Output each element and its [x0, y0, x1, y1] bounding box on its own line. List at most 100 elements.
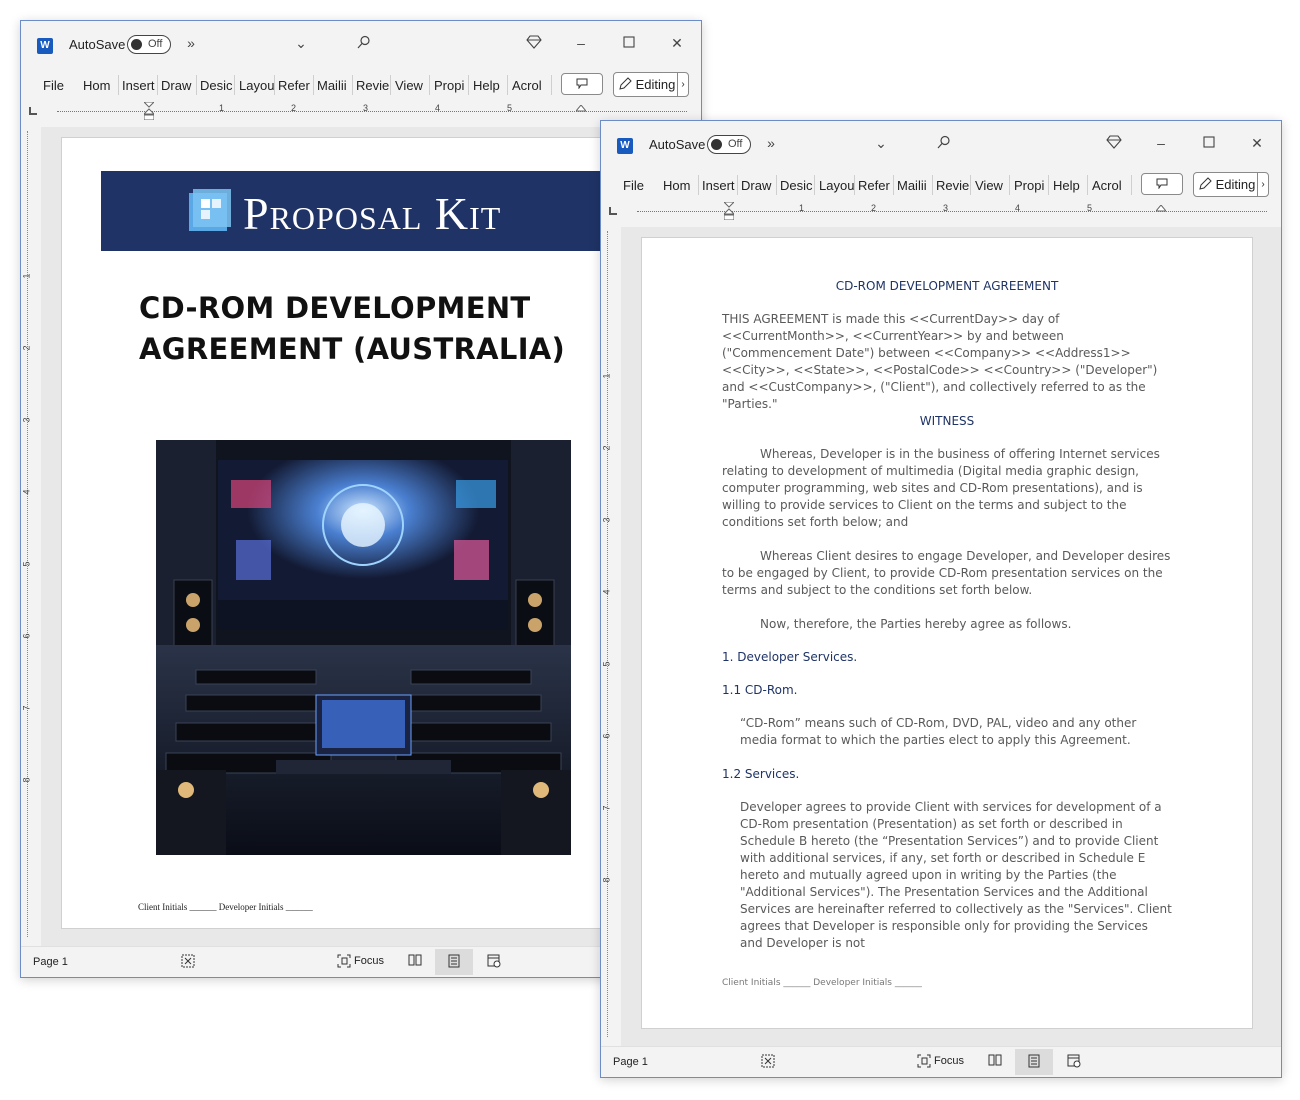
tab-view[interactable]: View: [395, 78, 423, 93]
chevron-right-icon[interactable]: ›: [677, 73, 688, 96]
tab-file[interactable]: File: [43, 78, 64, 93]
maximize-icon[interactable]: [619, 35, 639, 51]
tab-references[interactable]: Refer: [858, 178, 890, 193]
accessibility-icon[interactable]: [761, 1054, 775, 1071]
focus-label[interactable]: Focus: [934, 1055, 964, 1067]
tab-file[interactable]: File: [623, 178, 644, 193]
focus-label[interactable]: Focus: [354, 955, 384, 967]
tab-insert[interactable]: Insert: [702, 178, 735, 193]
page-indicator[interactable]: Page 1: [613, 1056, 648, 1068]
chevron-down-icon[interactable]: ⌄: [291, 35, 311, 52]
tab-review[interactable]: Revie: [356, 78, 389, 93]
tab-design[interactable]: Desic: [780, 178, 813, 193]
indent-marker[interactable]: [144, 102, 154, 120]
close-icon[interactable]: ✕: [1247, 135, 1267, 152]
vertical-ruler: 1 2 3 4 5 6 7 8: [22, 131, 40, 937]
web-layout-icon[interactable]: [487, 954, 501, 971]
more-icon[interactable]: »: [761, 135, 781, 151]
tab-view[interactable]: View: [975, 178, 1003, 193]
comment-button[interactable]: [1141, 173, 1183, 195]
cover-initials-line: Client Initials ______ Developer Initial…: [138, 902, 313, 912]
diamond-icon[interactable]: [524, 35, 544, 52]
chevron-down-icon[interactable]: ⌄: [871, 135, 891, 152]
tab-separator: [737, 175, 738, 195]
tab-references[interactable]: Refer: [278, 78, 310, 93]
proposal-kit-banner: Proposal Kit: [101, 171, 611, 251]
cover-title: CD-ROM DEVELOPMENT AGREEMENT (AUSTRALIA): [139, 288, 599, 370]
right-indent-marker[interactable]: [576, 105, 586, 123]
vruler-number: 7: [21, 705, 32, 711]
read-mode-icon[interactable]: [988, 1054, 1002, 1069]
tab-draw[interactable]: Draw: [161, 78, 191, 93]
editing-mode-button[interactable]: Editing ›: [613, 72, 689, 97]
ruler-number: 2: [291, 103, 297, 113]
diamond-icon[interactable]: [1104, 135, 1124, 152]
tab-review[interactable]: Revie: [936, 178, 969, 193]
focus-icon[interactable]: [337, 954, 351, 971]
print-layout-icon[interactable]: [448, 954, 460, 971]
focus-icon[interactable]: [917, 1054, 931, 1071]
close-icon[interactable]: ✕: [667, 35, 687, 52]
toggle-knob: [711, 139, 722, 150]
tab-help[interactable]: Help: [1053, 178, 1080, 193]
horizontal-ruler[interactable]: 1 2 3 4 5: [601, 201, 1281, 223]
tab-layout[interactable]: Layou: [819, 178, 854, 193]
chevron-right-icon[interactable]: ›: [1257, 173, 1268, 196]
tab-separator: [468, 75, 469, 95]
vruler-number: 3: [21, 417, 32, 423]
horizontal-ruler[interactable]: 1 2 3 4 5: [21, 101, 701, 123]
autosave-toggle[interactable]: Off: [127, 35, 171, 54]
editing-label: Editing: [1215, 177, 1256, 192]
more-icon[interactable]: »: [181, 35, 201, 51]
tab-selector[interactable]: [29, 107, 37, 115]
page-indicator[interactable]: Page 1: [33, 956, 68, 968]
vruler-number: 6: [21, 633, 32, 639]
tab-insert[interactable]: Insert: [122, 78, 155, 93]
tab-separator: [196, 75, 197, 95]
ruler-number: 4: [1015, 203, 1021, 213]
tab-properties[interactable]: Propi: [434, 78, 464, 93]
vruler-number: 2: [21, 345, 32, 351]
document-canvas[interactable]: CD-ROM DEVELOPMENT AGREEMENT THIS AGREEM…: [621, 227, 1281, 1047]
word-icon: W: [617, 138, 636, 154]
print-layout-icon[interactable]: [1028, 1054, 1040, 1071]
tab-mailings[interactable]: Mailii: [317, 78, 347, 93]
tab-design[interactable]: Desic: [200, 78, 233, 93]
tab-home[interactable]: Hom: [83, 78, 110, 93]
minimize-icon[interactable]: –: [571, 35, 591, 51]
tab-separator: [1048, 175, 1049, 195]
tab-acrobat[interactable]: Acrol: [512, 78, 542, 93]
vruler-number: 1: [601, 373, 612, 379]
vruler-number: 2: [601, 445, 612, 451]
tab-separator: [932, 175, 933, 195]
tab-acrobat[interactable]: Acrol: [1092, 178, 1122, 193]
vruler-number: 8: [21, 777, 32, 783]
tab-separator: [234, 75, 235, 95]
minimize-icon[interactable]: –: [1151, 135, 1171, 151]
toggle-knob: [131, 39, 142, 50]
tab-properties[interactable]: Propi: [1014, 178, 1044, 193]
read-mode-icon[interactable]: [408, 954, 422, 969]
tab-selector[interactable]: [609, 207, 617, 215]
search-icon[interactable]: [934, 135, 954, 152]
ruler-number: 1: [799, 203, 805, 213]
maximize-icon[interactable]: [1199, 135, 1219, 151]
tab-draw[interactable]: Draw: [741, 178, 771, 193]
indent-marker[interactable]: [724, 202, 734, 220]
vruler-number: 4: [601, 589, 612, 595]
tab-home[interactable]: Hom: [663, 178, 690, 193]
right-indent-marker[interactable]: [1156, 205, 1166, 223]
title-bar: W AutoSave Off » ⌄ – ✕: [21, 21, 701, 69]
search-icon[interactable]: [354, 35, 374, 52]
tab-layout[interactable]: Layou: [239, 78, 274, 93]
web-layout-icon[interactable]: [1067, 1054, 1081, 1071]
whereas-paragraph-2: Whereas Client desires to engage Develop…: [722, 549, 1171, 597]
agreement-page[interactable]: CD-ROM DEVELOPMENT AGREEMENT THIS AGREEM…: [641, 237, 1253, 1029]
accessibility-icon[interactable]: [181, 954, 195, 971]
tab-mailings[interactable]: Mailii: [897, 178, 927, 193]
editing-mode-button[interactable]: Editing ›: [1193, 172, 1269, 197]
tab-help[interactable]: Help: [473, 78, 500, 93]
autosave-toggle[interactable]: Off: [707, 135, 751, 154]
comment-button[interactable]: [561, 73, 603, 95]
ruler-number: 2: [871, 203, 877, 213]
